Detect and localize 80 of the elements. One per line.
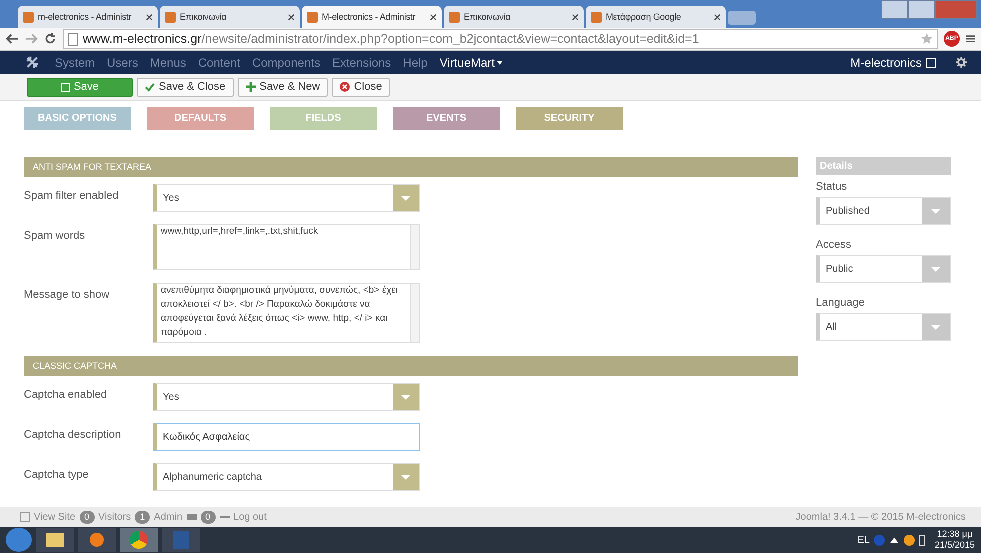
clock-time: 12:38 μμ	[937, 529, 973, 540]
mail-icon	[186, 514, 197, 520]
toolbar-button[interactable]: Save & Close	[137, 78, 234, 96]
close-icon	[340, 82, 350, 92]
check-icon	[145, 82, 155, 92]
favicon-icon	[23, 12, 34, 22]
field-label: Spam words	[24, 229, 86, 244]
field-label: Language	[816, 297, 866, 309]
browser-tab[interactable]: Επικοινωνία	[160, 6, 300, 28]
select-field[interactable]: Public	[816, 255, 951, 283]
reload-icon[interactable]	[44, 33, 57, 45]
menu-item[interactable]: Content	[198, 56, 240, 70]
tray-app-icon[interactable]	[904, 534, 915, 546]
count-badge: 0	[80, 510, 95, 524]
field-label: Message to show	[24, 288, 111, 303]
battery-icon[interactable]	[918, 534, 925, 546]
status-text: Admin	[154, 512, 183, 522]
back-icon[interactable]	[6, 33, 19, 45]
browser-tab[interactable]: m-electronics - Administr	[18, 6, 158, 28]
clock-date: 21/5/2015	[934, 540, 975, 551]
dropdown-icon[interactable]	[393, 384, 419, 410]
field-label: Captcha description	[24, 428, 122, 443]
start-button[interactable]	[6, 528, 32, 552]
help-icon[interactable]	[874, 534, 885, 546]
plus-icon	[246, 82, 256, 92]
dropdown-icon[interactable]	[393, 185, 419, 211]
field-label: Captcha enabled	[24, 388, 108, 403]
count-badge: 1	[135, 510, 150, 524]
field-label: Spam filter enabled	[24, 189, 120, 204]
menu-item[interactable]: Menus	[150, 56, 186, 70]
menu-item[interactable]: Components	[252, 56, 320, 70]
favicon-icon	[591, 12, 602, 22]
folder-icon[interactable]	[36, 528, 74, 552]
menu-item[interactable]: VirtueMart	[440, 56, 503, 70]
star-icon[interactable]	[921, 33, 933, 45]
section-header: ANTI SPAM FOR TEXTAREA	[24, 157, 798, 177]
close-icon[interactable]	[146, 14, 153, 20]
browser-tab[interactable]: Επικοινωνία	[444, 6, 584, 28]
select-field[interactable]: Published	[816, 197, 951, 225]
settings-icon[interactable]	[956, 57, 967, 68]
menu-item[interactable]: Users	[107, 56, 138, 70]
count-badge: 0	[200, 510, 216, 524]
browser-tab[interactable]: Μετάφραση Google	[586, 6, 726, 28]
menu-item[interactable]: System	[55, 56, 96, 70]
close-icon[interactable]	[288, 14, 295, 20]
field-label: Status	[816, 181, 848, 193]
select-field[interactable]: All	[816, 313, 951, 341]
select-field[interactable]: Yes	[153, 184, 420, 212]
field-label: Captcha type	[24, 468, 90, 483]
logo-icon[interactable]	[26, 56, 39, 69]
browser-tab[interactable]: M-electronics - Administr	[302, 6, 442, 28]
menu-item[interactable]: Help	[403, 56, 428, 70]
close-icon[interactable]	[714, 14, 721, 20]
toolbar-button[interactable]: Close	[332, 78, 390, 96]
menu-item[interactable]: Extensions	[332, 56, 392, 70]
close-icon[interactable]	[430, 14, 437, 20]
minus-icon	[220, 516, 230, 518]
status-text: Visitors	[98, 512, 132, 522]
select-field[interactable]: Yes	[153, 383, 420, 411]
window-controls-drawing[interactable]	[881, 0, 977, 19]
close-icon[interactable]	[572, 14, 579, 20]
dropdown-icon[interactable]	[393, 464, 419, 490]
version-text: Joomla! 3.4.1 — © 2015 M-electronics	[796, 512, 966, 522]
browser-icon[interactable]	[120, 528, 158, 552]
section-header: CLASSIC CAPTCHA	[24, 356, 798, 376]
favicon-icon	[449, 12, 460, 22]
url-field[interactable]: www.m-electronics.gr/newsite/administrator/index.php?option=com_b2jcontact&view=contact&layout=edit&id=1	[63, 29, 938, 49]
site-link[interactable]: M-electronics	[850, 56, 922, 70]
language-indicator[interactable]: EL	[858, 534, 870, 546]
select-field[interactable]: Alphanumeric captcha	[153, 463, 420, 491]
text-area[interactable]: ανεπιθύμητα διαφημιστικά μηνύματα, συνεπώς, <b> έχει αποκλειστεί </ b>. <br /> Παρακαλώ δοκιμάστε να αποφεύγεται ξανά λέξεις όπως <i> www, http, </ i> και παρόμοια .	[153, 283, 420, 343]
toolbar-button[interactable]: Save & New	[238, 78, 328, 96]
favicon-icon	[307, 12, 318, 22]
input-field[interactable]: Κωδικός Ασφαλείας	[153, 423, 420, 451]
field-label: Access	[816, 239, 852, 251]
favicon-icon	[165, 12, 176, 22]
menu-icon[interactable]	[966, 34, 975, 44]
text-area[interactable]: www,http,url=,href=,link=,.txt,shit,fuck	[153, 224, 420, 270]
forward-icon[interactable]	[25, 33, 38, 45]
media-player-icon[interactable]	[78, 528, 116, 552]
